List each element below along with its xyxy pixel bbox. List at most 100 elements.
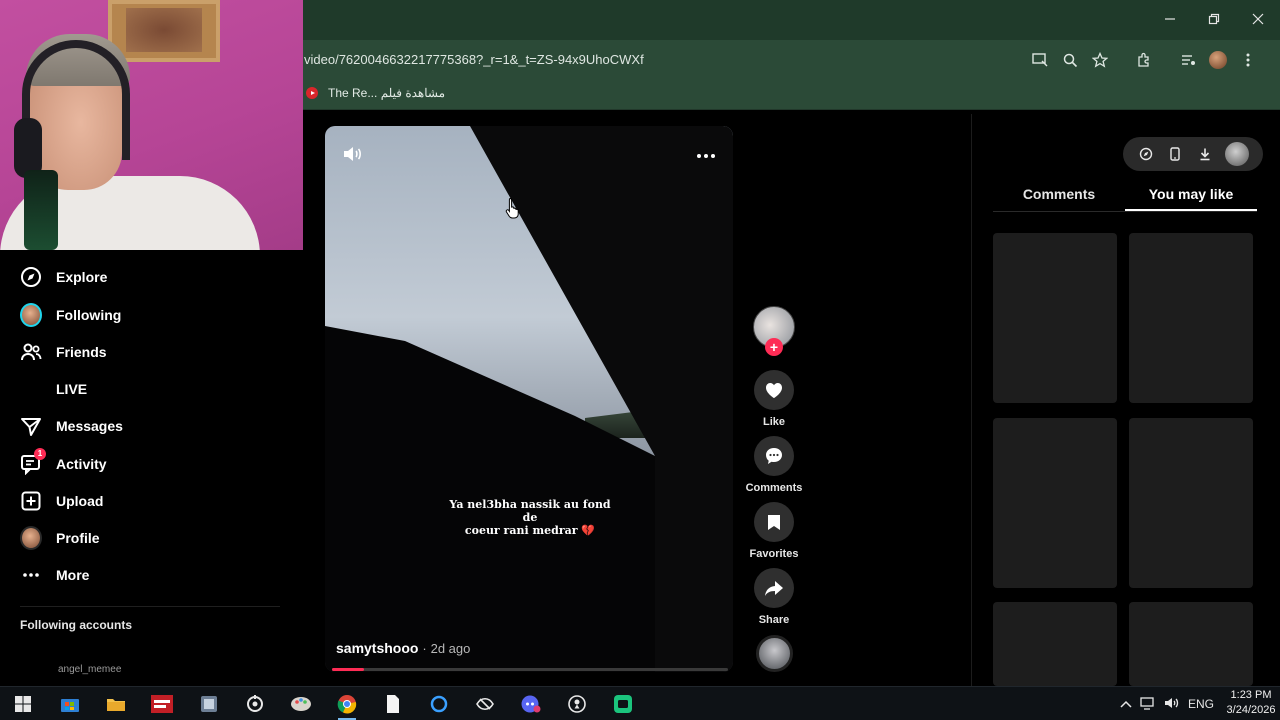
bookmark-item[interactable]: The Re... مشاهدة فيلم	[306, 86, 445, 100]
sidebar-item-following[interactable]: Following	[20, 302, 121, 328]
compass-icon[interactable]	[1137, 145, 1155, 163]
video-player[interactable]	[325, 126, 733, 672]
chevron-up-icon[interactable]	[1120, 697, 1132, 711]
video-posted-time: 2d ago	[430, 641, 471, 656]
close-icon[interactable]	[1236, 0, 1280, 38]
notepad-icon[interactable]	[378, 690, 408, 718]
right-panel-tabs: Comments You may like	[993, 184, 1257, 212]
install-app-icon[interactable]	[1028, 48, 1052, 72]
store-icon[interactable]	[55, 690, 85, 718]
language-indicator[interactable]: ENG	[1188, 697, 1214, 711]
taskbar-clock[interactable]: 1:23 PM 3/24/2026	[1224, 688, 1278, 718]
more-options-icon[interactable]	[696, 148, 716, 166]
bookmark-label: The Re... مشاهدة فيلم	[328, 86, 446, 100]
music-disc[interactable]	[756, 635, 793, 672]
sidebar-item-label: More	[56, 567, 90, 583]
steam-icon[interactable]	[240, 690, 270, 718]
sidebar-item-label: Messages	[56, 418, 123, 434]
restore-icon[interactable]	[1192, 0, 1236, 38]
comments-label: Comments	[745, 482, 803, 494]
followed-account[interactable]: angel_memee	[58, 664, 121, 675]
profile-avatar[interactable]	[1206, 48, 1230, 72]
top-actions-pill	[1123, 137, 1263, 171]
suggested-video-thumb[interactable]	[1129, 602, 1253, 686]
paint-icon[interactable]	[286, 690, 316, 718]
mouse-cursor-icon	[505, 197, 521, 224]
screen: video/7620046632217775368?_r=1&_t=ZS-94x…	[0, 0, 1280, 720]
cortana-icon[interactable]	[424, 690, 454, 718]
sidebar-item-label: Profile	[56, 530, 100, 546]
sidebar-item-activity[interactable]: 1 Activity	[20, 448, 107, 477]
voice-changer-icon[interactable]	[147, 690, 177, 718]
favorites-button[interactable]	[754, 502, 794, 542]
windows-start-icon[interactable]	[8, 690, 38, 718]
video-progress-bar[interactable]	[332, 668, 728, 671]
suggested-video-thumb[interactable]	[993, 418, 1117, 588]
location-app-icon[interactable]	[562, 690, 592, 718]
like-button[interactable]	[754, 370, 794, 410]
video-meta: samytshooo · 2d ago	[336, 640, 470, 656]
sidebar-item-friends[interactable]: Friends	[20, 339, 107, 365]
discord-icon[interactable]	[516, 690, 546, 718]
upload-icon	[20, 490, 42, 512]
media-control-icon[interactable]	[1176, 48, 1200, 72]
video-username[interactable]: samytshooo	[336, 640, 418, 656]
sidebar-item-label: LIVE	[56, 381, 88, 397]
suggested-video-thumb[interactable]	[993, 602, 1117, 686]
more-icon	[20, 564, 42, 586]
tab-comments[interactable]: Comments	[993, 184, 1125, 211]
video-caption: Ya nel3bha nassik au fond de coeur rani …	[444, 498, 616, 537]
zoom-icon[interactable]	[1058, 48, 1082, 72]
youtube-icon	[306, 87, 318, 99]
live-icon	[20, 378, 42, 400]
suggested-video-thumb[interactable]	[1129, 233, 1253, 403]
capcut-icon[interactable]	[608, 690, 638, 718]
suggested-video-thumb[interactable]	[993, 233, 1117, 403]
obs-icon[interactable]	[470, 690, 500, 718]
avatar-slot	[20, 526, 42, 550]
comment-bubble-icon	[766, 448, 782, 464]
sidebar-item-upload[interactable]: Upload	[20, 488, 103, 514]
sidebar-item-more[interactable]: More	[20, 562, 89, 588]
volume-icon[interactable]	[1164, 696, 1180, 713]
sidebar-item-label: Following	[56, 307, 122, 323]
avatar[interactable]	[1225, 142, 1250, 166]
extensions-icon[interactable]	[1132, 48, 1156, 72]
wall-picture	[108, 0, 220, 62]
app-icon[interactable]	[194, 690, 224, 718]
compass-icon	[20, 266, 42, 288]
device-icon[interactable]	[1166, 145, 1184, 163]
favorites-label: Favorites	[749, 548, 799, 560]
taskbar	[0, 686, 1280, 720]
download-icon[interactable]	[1196, 145, 1214, 163]
sidebar-item-profile[interactable]: Profile	[20, 525, 100, 551]
bookmark-icon	[768, 515, 780, 530]
sidebar-item-messages[interactable]: Messages	[20, 413, 123, 439]
minimize-icon[interactable]	[1148, 0, 1192, 38]
caption-line: coeur rani medrar 💔	[464, 524, 596, 537]
meta-separator: ·	[422, 641, 427, 656]
sidebar-item-live[interactable]: LIVE	[20, 376, 87, 402]
star-icon[interactable]	[1088, 48, 1112, 72]
system-tray: ENG	[1120, 690, 1214, 718]
address-bar[interactable]: video/7620046632217775368?_r=1&_t=ZS-94x…	[304, 50, 1064, 70]
tab-you-may-like[interactable]: You may like	[1125, 184, 1257, 211]
follow-plus-icon[interactable]: +	[765, 338, 783, 356]
sidebar-item-explore[interactable]: Explore	[20, 264, 107, 290]
sidebar-divider	[20, 606, 280, 607]
network-icon[interactable]	[1140, 696, 1156, 713]
avatar	[20, 526, 42, 550]
like-label: Like	[762, 416, 785, 428]
chrome-icon[interactable]	[332, 690, 362, 720]
caption-line: Ya nel3bha nassik au fond de	[449, 498, 611, 524]
sidebar-item-label: Friends	[56, 344, 107, 360]
suggested-video-thumb[interactable]	[1129, 418, 1253, 588]
menu-icon[interactable]	[1236, 48, 1260, 72]
volume-icon[interactable]	[342, 144, 364, 169]
sidebar-item-label: Activity	[56, 456, 107, 472]
share-button[interactable]	[754, 568, 794, 608]
comments-button[interactable]	[754, 436, 794, 476]
clock-time: 1:23 PM	[1230, 689, 1272, 701]
friends-icon	[20, 341, 42, 363]
file-explorer-icon[interactable]	[101, 690, 131, 718]
